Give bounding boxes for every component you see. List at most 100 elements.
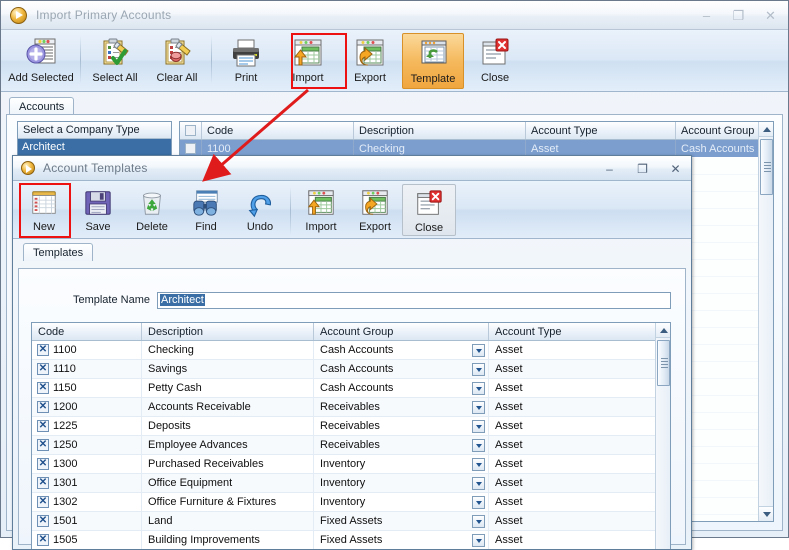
delete-row-icon[interactable]: ✕ <box>37 382 49 394</box>
scroll-up-arrow-icon[interactable] <box>656 323 670 338</box>
accounts-col-code[interactable]: Code <box>202 122 354 139</box>
table-row[interactable]: ✕ 1300 Purchased Receivables Inventory Asset <box>32 455 670 474</box>
row-account-group: Receivables <box>320 401 380 413</box>
table-row[interactable]: ✕ 1250 Employee Advances Receivables Asset <box>32 436 670 455</box>
delete-row-icon[interactable]: ✕ <box>37 515 49 527</box>
close-button[interactable]: Close <box>402 184 456 236</box>
row-account-group-cell[interactable]: Inventory <box>314 474 489 492</box>
new-button[interactable]: New <box>17 184 71 236</box>
delete-row-icon[interactable]: ✕ <box>37 477 49 489</box>
table-row[interactable]: ✕ 1150 Petty Cash Cash Accounts Asset <box>32 379 670 398</box>
chevron-down-icon[interactable] <box>472 344 485 357</box>
delete-row-icon[interactable]: ✕ <box>37 439 49 451</box>
chevron-down-icon[interactable] <box>472 534 485 547</box>
table-row[interactable]: ✕ 1501 Land Fixed Assets Asset <box>32 512 670 531</box>
select-all-button[interactable]: Select All <box>84 33 146 89</box>
accounts-col-account-type[interactable]: Account Type <box>526 122 676 139</box>
chevron-down-icon[interactable] <box>472 382 485 395</box>
row-account-group-cell[interactable]: Fixed Assets <box>314 531 489 549</box>
export-button[interactable]: Export <box>348 184 402 236</box>
export-button[interactable]: Export <box>339 33 401 89</box>
row-account-group-cell[interactable]: Cash Accounts <box>314 341 489 359</box>
chevron-down-icon[interactable] <box>472 439 485 452</box>
close-button[interactable]: Close <box>464 33 526 89</box>
row-description: Accounts Receivable <box>142 398 314 416</box>
scrollbar-thumb[interactable] <box>657 340 670 386</box>
delete-button[interactable]: Delete <box>125 184 179 236</box>
row-code: 1100 <box>53 344 77 356</box>
scrollbar-thumb[interactable] <box>760 139 773 195</box>
accounts-grid-scrollbar[interactable] <box>758 122 773 521</box>
minimize-icon[interactable]: – <box>600 161 619 177</box>
chevron-down-icon[interactable] <box>472 363 485 376</box>
chevron-down-icon[interactable] <box>472 496 485 509</box>
templates-col-code[interactable]: Code <box>32 323 142 340</box>
find-button[interactable]: Find <box>179 184 233 236</box>
chevron-down-icon[interactable] <box>472 515 485 528</box>
delete-row-icon[interactable]: ✕ <box>37 344 49 356</box>
delete-row-icon[interactable]: ✕ <box>37 420 49 432</box>
delete-row-icon[interactable]: ✕ <box>37 496 49 508</box>
table-row[interactable]: ✕ 1225 Deposits Receivables Asset <box>32 417 670 436</box>
table-row[interactable]: ✕ 1302 Office Furniture & Fixtures Inventor… <box>32 493 670 512</box>
delete-row-icon[interactable]: ✕ <box>37 363 49 375</box>
row-account-group-cell[interactable]: Receivables <box>314 417 489 435</box>
scroll-up-arrow-icon[interactable] <box>759 122 773 137</box>
outer-tabstrip: Accounts <box>1 96 788 115</box>
close-icon[interactable]: ✕ <box>666 161 685 177</box>
scroll-down-arrow-icon[interactable] <box>759 506 773 521</box>
template-button[interactable]: Template <box>402 33 464 89</box>
table-row[interactable]: ✕ 1200 Accounts Receivable Receivables Asset <box>32 398 670 417</box>
templates-col-account-group[interactable]: Account Group <box>314 323 489 340</box>
import-button[interactable]: Import <box>277 33 339 89</box>
chevron-down-icon[interactable] <box>472 458 485 471</box>
chevron-down-icon[interactable] <box>472 420 485 433</box>
row-account-type: Asset <box>489 531 670 549</box>
save-button[interactable]: Save <box>71 184 125 236</box>
row-account-group-cell[interactable]: Cash Accounts <box>314 379 489 397</box>
row-account-group-cell[interactable]: Inventory <box>314 455 489 473</box>
clear-all-button[interactable]: Clear All <box>146 33 208 89</box>
close-icon[interactable]: ✕ <box>761 8 780 24</box>
row-code-cell: ✕ 1250 <box>32 436 142 454</box>
tab-templates[interactable]: Templates <box>23 243 94 261</box>
delete-row-icon[interactable]: ✕ <box>37 401 49 413</box>
clear-all-icon <box>161 37 193 69</box>
table-row[interactable]: ✕ 1505 Building Improvements Fixed Assets As… <box>32 531 670 549</box>
company-type-item-architect[interactable]: Architect <box>18 139 171 155</box>
templates-grid-header: Code Description Account Group Account T… <box>32 323 670 341</box>
tab-accounts[interactable]: Accounts <box>9 97 75 115</box>
row-account-group-cell[interactable]: Fixed Assets <box>314 512 489 530</box>
add-selected-label: Add Selected <box>8 72 74 84</box>
delete-row-icon[interactable]: ✕ <box>37 458 49 470</box>
table-row[interactable]: ✕ 1301 Office Equipment Inventory Asset <box>32 474 670 493</box>
row-account-group-cell[interactable]: Receivables <box>314 398 489 416</box>
row-account-group-cell[interactable]: Inventory <box>314 493 489 511</box>
delete-row-icon[interactable]: ✕ <box>37 534 49 546</box>
print-button[interactable]: Print <box>215 33 277 89</box>
checkbox-icon[interactable] <box>185 143 196 154</box>
templates-col-description[interactable]: Description <box>142 323 314 340</box>
table-row[interactable]: ✕ 1110 Savings Cash Accounts Asset <box>32 360 670 379</box>
chevron-down-icon[interactable] <box>472 401 485 414</box>
row-code-cell: ✕ 1100 <box>32 341 142 359</box>
import-button[interactable]: Import <box>294 184 348 236</box>
templates-grid[interactable]: Code Description Account Group Account T… <box>31 322 671 549</box>
row-account-type: Asset <box>489 341 670 359</box>
checkbox-icon[interactable] <box>185 125 196 136</box>
undo-button[interactable]: Undo <box>233 184 287 236</box>
chevron-down-icon[interactable] <box>472 477 485 490</box>
templates-col-account-type[interactable]: Account Type <box>489 323 670 340</box>
add-selected-button[interactable]: Add Selected <box>5 33 77 89</box>
maximize-icon[interactable]: ❐ <box>633 161 652 177</box>
row-account-group-cell[interactable]: Receivables <box>314 436 489 454</box>
row-account-group-cell[interactable]: Cash Accounts <box>314 360 489 378</box>
accounts-col-description[interactable]: Description <box>354 122 526 139</box>
maximize-icon[interactable]: ❐ <box>729 8 748 24</box>
template-name-input[interactable]: Architect <box>157 291 671 309</box>
inner-window-controls: – ❐ ✕ <box>600 156 685 181</box>
select-all-checkbox-header[interactable] <box>180 122 202 139</box>
minimize-icon[interactable]: – <box>697 8 716 24</box>
templates-grid-scrollbar[interactable] <box>655 323 670 549</box>
table-row[interactable]: ✕ 1100 Checking Cash Accounts Asset <box>32 341 670 360</box>
